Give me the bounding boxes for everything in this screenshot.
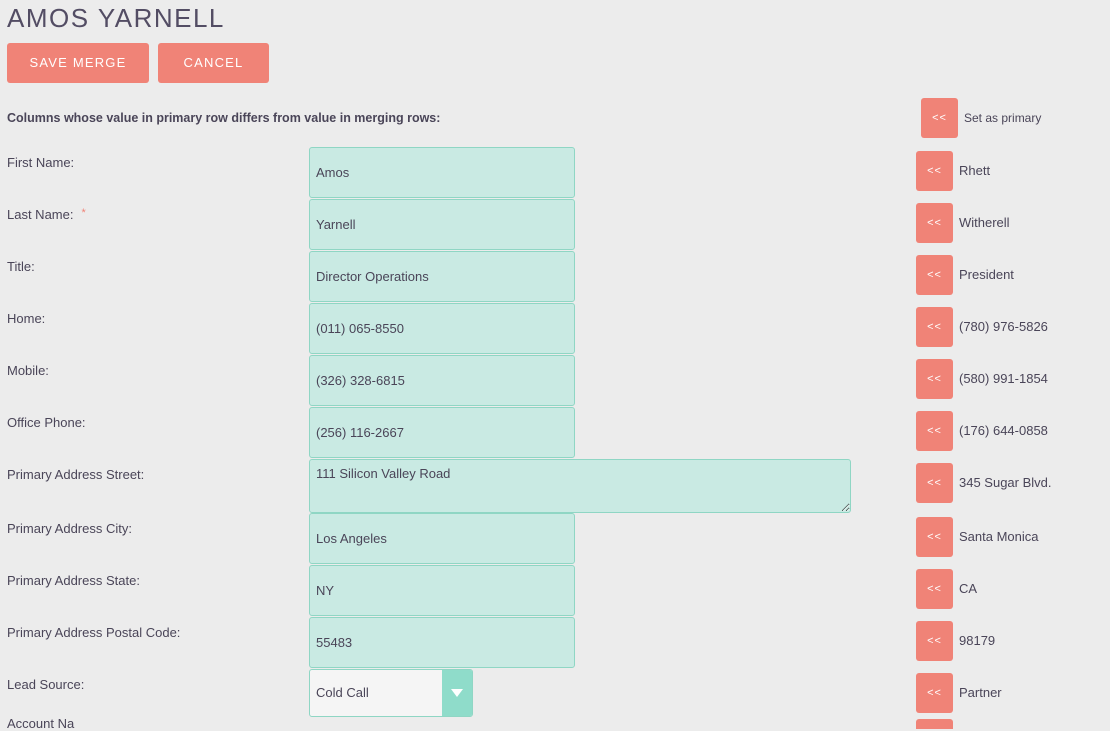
copy-value-button[interactable] — [916, 719, 953, 729]
copy-value-button[interactable]: << — [916, 411, 953, 451]
field-label-text: Last Name: — [7, 207, 74, 222]
merge-value: 345 Sugar Blvd. — [959, 475, 1052, 490]
field-label-text: Primary Address Postal Code: — [7, 625, 181, 640]
field-label: Office Phone: — [7, 415, 86, 430]
field-label: Primary Address Postal Code: — [7, 625, 180, 640]
field-label-text: Primary Address Street: — [7, 467, 145, 482]
copy-value-button[interactable]: << — [916, 203, 953, 243]
merge-value: Rhett — [959, 163, 991, 178]
field-label: Mobile: — [7, 363, 49, 378]
field-label-text: First Name: — [7, 155, 75, 170]
field-label-text: Title: — [7, 259, 35, 274]
select-value: Cold Call — [316, 685, 369, 700]
merge-value: Witherell — [959, 215, 1010, 230]
field-input[interactable] — [309, 199, 575, 250]
save-merge-button[interactable]: SAVE MERGE — [7, 43, 149, 83]
copy-value-button[interactable]: << — [916, 151, 953, 191]
merge-value: (580) 991-1854 — [959, 371, 1048, 386]
copy-value-button[interactable]: << — [916, 307, 953, 347]
field-label: Title: — [7, 259, 35, 274]
field-label: Home: — [7, 311, 45, 326]
field-label-text: Lead Source: — [7, 677, 85, 692]
copy-value-button[interactable]: << — [916, 359, 953, 399]
page-title: AMOS YARNELL — [7, 3, 225, 33]
field-label: Primary Address State: — [7, 573, 140, 588]
copy-value-button[interactable]: << — [916, 463, 953, 503]
merge-value: (780) 976-5826 — [959, 319, 1048, 334]
copy-value-button[interactable]: << — [916, 621, 953, 661]
field-label: Last Name: * — [7, 207, 86, 222]
lead-source-select[interactable]: Cold Call — [309, 669, 473, 717]
field-input[interactable] — [309, 617, 575, 668]
copy-value-button[interactable]: << — [916, 517, 953, 557]
field-input[interactable] — [309, 355, 575, 406]
copy-value-button[interactable]: << — [916, 569, 953, 609]
field-input[interactable] — [309, 303, 575, 354]
merge-value: (176) 644-0858 — [959, 423, 1048, 438]
copy-value-button[interactable]: << — [916, 255, 953, 295]
field-textarea[interactable]: 111 Silicon Valley Road — [309, 459, 851, 513]
merge-value: Santa Monica — [959, 529, 1039, 544]
field-label: First Name: — [7, 155, 74, 170]
field-label-text: Primary Address City: — [7, 521, 132, 536]
merge-value: Partner — [959, 685, 1002, 700]
set-as-primary-button[interactable]: << — [921, 98, 958, 138]
field-label-text: Mobile: — [7, 363, 49, 378]
field-input[interactable] — [309, 407, 575, 458]
cancel-button[interactable]: CANCEL — [158, 43, 269, 83]
field-label-text: Home: — [7, 311, 46, 326]
field-label-text: Primary Address State: — [7, 573, 140, 588]
field-label: Primary Address City: — [7, 521, 132, 536]
field-input[interactable] — [309, 513, 575, 564]
chevron-down-icon[interactable] — [442, 670, 472, 716]
field-input[interactable] — [309, 565, 575, 616]
merge-value: CA — [959, 581, 978, 596]
field-input[interactable] — [309, 251, 575, 302]
merge-instruction: Columns whose value in primary row diffe… — [7, 111, 441, 125]
merge-value: President — [959, 267, 1014, 282]
merge-value: 98179 — [959, 633, 996, 648]
field-label: Lead Source: — [7, 677, 84, 692]
required-marker: * — [81, 207, 86, 219]
field-input[interactable] — [309, 147, 575, 198]
field-label: Account Na — [7, 716, 75, 731]
field-label-text: Office Phone: — [7, 415, 86, 430]
set-as-primary-label: Set as primary — [964, 111, 1042, 125]
field-label: Primary Address Street: — [7, 467, 144, 482]
copy-value-button[interactable]: << — [916, 673, 953, 713]
